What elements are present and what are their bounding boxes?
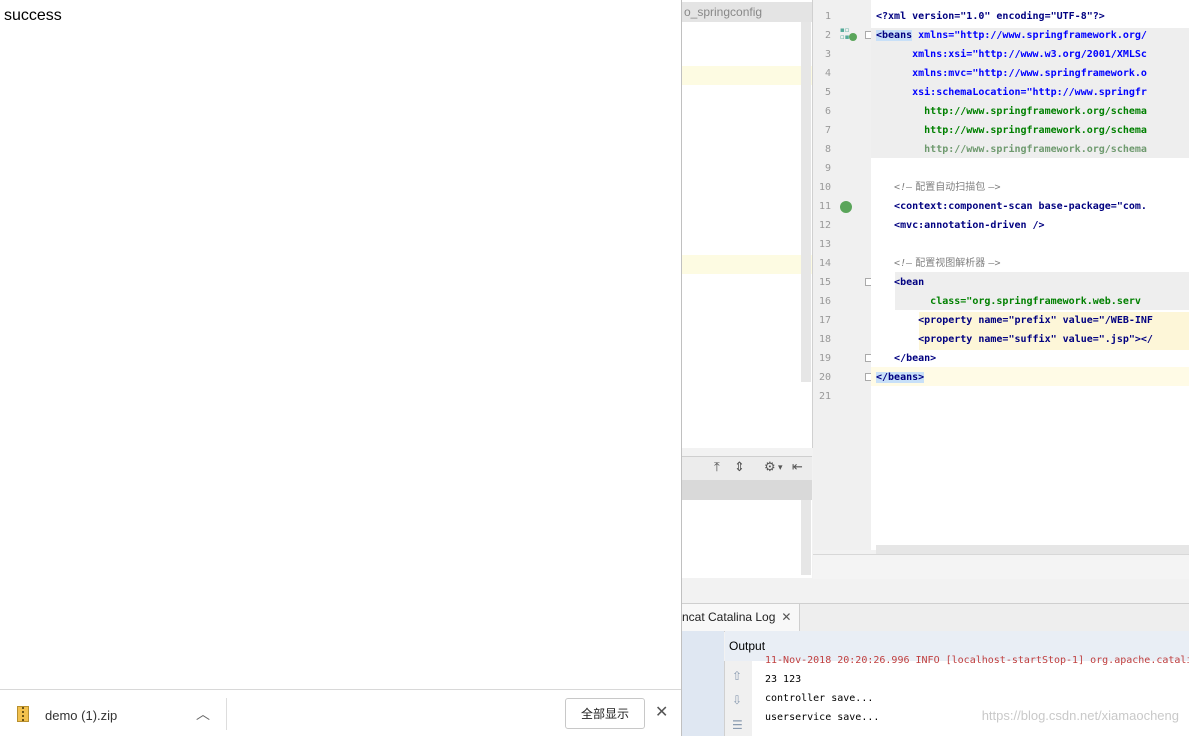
ide-window: o_springconfig ⤒ ⇕ ⚙ ▾ ⇤ 1 2 3 4 5 6 7 8… <box>681 0 1189 736</box>
comment-close: —> <box>988 182 1001 193</box>
run-tab-bar: ncat Catalina Log ✕ <box>682 603 1189 632</box>
spring-bean-icon[interactable] <box>849 33 857 41</box>
code-text: xmlns="http://www.springframework.org/ <box>912 30 1147 41</box>
soft-wrap-icon[interactable]: ☰ <box>732 718 743 732</box>
beans-close-tag: </beans> <box>876 372 925 383</box>
code-editor[interactable]: <?xml version="1.0" encoding="UTF-8"?> <… <box>871 0 1189 550</box>
line-number: 12 <box>818 220 831 231</box>
code-line-8: http://www.springframework.org/schema <box>876 144 1147 155</box>
code-line-4: xmlns:mvc="http://www.springframework.o <box>876 68 1147 79</box>
editor-footer <box>813 554 1189 579</box>
close-tab-icon[interactable]: ✕ <box>781 610 791 624</box>
browser-viewport: success demo (1).zip ︿ 全部显示 ✕ <box>0 0 681 737</box>
console-line: 23 123 <box>765 674 802 685</box>
code-line-15: <bean <box>876 277 925 288</box>
structure-toolbar: ⤒ ⇕ ⚙ ▾ ⇤ <box>682 456 812 481</box>
code-line-14: <!— 配置视图解析器 —> <box>876 254 1001 273</box>
collapse-all-icon[interactable]: ⇕ <box>734 460 745 475</box>
console-output[interactable]: 11-Nov-2018 20:20:26.996 INFO [localhost… <box>752 655 1189 736</box>
line-number: 16 <box>818 296 831 307</box>
download-bar: demo (1).zip ︿ 全部显示 ✕ <box>0 689 681 737</box>
hide-panel-icon[interactable]: ⇤ <box>792 460 803 475</box>
code-line-12: <mvc:annotation-driven /> <box>876 220 1045 231</box>
code-line-7: http://www.springframework.org/schema <box>876 125 1147 136</box>
comment-text: 配置视图解析器 <box>912 258 989 269</box>
gear-icon[interactable]: ⚙ <box>764 460 776 475</box>
watermark: https://blog.csdn.net/xiamaocheng <box>981 708 1179 723</box>
line-number: 10 <box>818 182 831 193</box>
line-number: 13 <box>818 239 831 250</box>
show-all-downloads-button[interactable]: 全部显示 <box>565 698 645 729</box>
code-line-16: class="org.springframework.web.serv <box>876 296 1141 307</box>
comment-text: 配置自动扫描包 <box>912 182 989 193</box>
structure-header <box>682 480 812 500</box>
editor-gutter: 1 2 3 4 5 6 7 8 9 10 11 12 13 14 15 16 1… <box>813 0 873 550</box>
tab-label: ncat Catalina Log <box>682 610 776 624</box>
line-number: 8 <box>824 144 831 155</box>
line-number: 18 <box>818 334 831 345</box>
tree-highlight-row <box>682 255 812 274</box>
comment-open: <!— <box>876 258 913 269</box>
line-number: 14 <box>818 258 831 269</box>
scroll-up-icon[interactable]: ⇧ <box>732 669 742 683</box>
code-line-2: <beans xmlns="http://www.springframework… <box>876 26 1147 45</box>
chevron-up-icon[interactable]: ︿ <box>196 704 210 724</box>
download-file-name[interactable]: demo (1).zip <box>45 708 117 723</box>
line-number: 19 <box>818 353 831 364</box>
output-label: Output <box>729 639 766 653</box>
code-line-18: <property name="suffix" value=".jsp"></ <box>876 334 1153 345</box>
line-number: 21 <box>818 391 831 402</box>
line-number: 11 <box>818 201 831 212</box>
editor-horizontal-scrollbar[interactable] <box>876 545 1189 554</box>
project-tab[interactable]: o_springconfig <box>682 2 812 22</box>
console-toolbar: ⇧ ⇩ ☰ <box>724 661 753 736</box>
line-number: 6 <box>824 106 831 117</box>
line-number: 17 <box>818 315 831 326</box>
line-number: 1 <box>824 11 831 22</box>
comment-close: —> <box>988 258 1001 269</box>
scroll-down-icon[interactable]: ⇩ <box>732 693 742 707</box>
console-line: 11-Nov-2018 20:20:26.996 INFO [localhost… <box>765 655 1189 666</box>
line-number: 7 <box>824 125 831 136</box>
download-divider <box>226 698 227 730</box>
tab-catalina-log[interactable]: ncat Catalina Log ✕ <box>682 604 801 631</box>
code-line-1: <?xml version="1.0" encoding="UTF-8"?> <box>876 11 1105 22</box>
server-panel <box>682 631 724 736</box>
page-body-text: success <box>4 7 62 24</box>
line-number: 4 <box>824 68 831 79</box>
line-number: 9 <box>824 163 831 174</box>
console-line: userservice save... <box>765 712 880 723</box>
code-line-3: xmlns:xsi="http://www.w3.org/2001/XMLSc <box>876 49 1147 60</box>
component-scan-icon[interactable] <box>840 201 852 213</box>
close-download-bar-icon[interactable]: ✕ <box>655 702 668 722</box>
line-number: 15 <box>818 277 831 288</box>
tree-highlight-row <box>682 66 812 85</box>
comment-open: <!— <box>876 182 913 193</box>
line-number: 20 <box>818 372 831 383</box>
structure-scrollbar[interactable] <box>801 500 811 575</box>
zip-file-icon <box>17 706 29 722</box>
line-number: 3 <box>824 49 831 60</box>
tree-scrollbar[interactable] <box>801 22 811 382</box>
code-line-6: http://www.springframework.org/schema <box>876 106 1147 117</box>
code-line-5: xsi:schemaLocation="http://www.springfr <box>876 87 1147 98</box>
code-line-11: <context:component-scan base-package="co… <box>876 201 1147 212</box>
console-line: controller save... <box>765 693 874 704</box>
code-line-20: </beans> <box>876 368 925 387</box>
line-number: 5 <box>824 87 831 98</box>
code-line-10: <!— 配置自动扫描包 —> <box>876 178 1001 197</box>
bean-config-icon[interactable]: ▪▫ ▫▪ <box>840 27 850 41</box>
structure-panel <box>682 480 812 578</box>
beans-open-tag: <beans <box>876 30 913 41</box>
project-tree: o_springconfig <box>682 0 813 448</box>
code-line-17: <property name="prefix" value="/WEB-INF <box>876 315 1153 326</box>
expand-all-icon[interactable]: ⤒ <box>714 460 720 475</box>
line-number: 2 <box>824 30 831 41</box>
code-line-19: </bean> <box>876 353 937 364</box>
dropdown-arrow-icon[interactable]: ▾ <box>778 463 783 473</box>
